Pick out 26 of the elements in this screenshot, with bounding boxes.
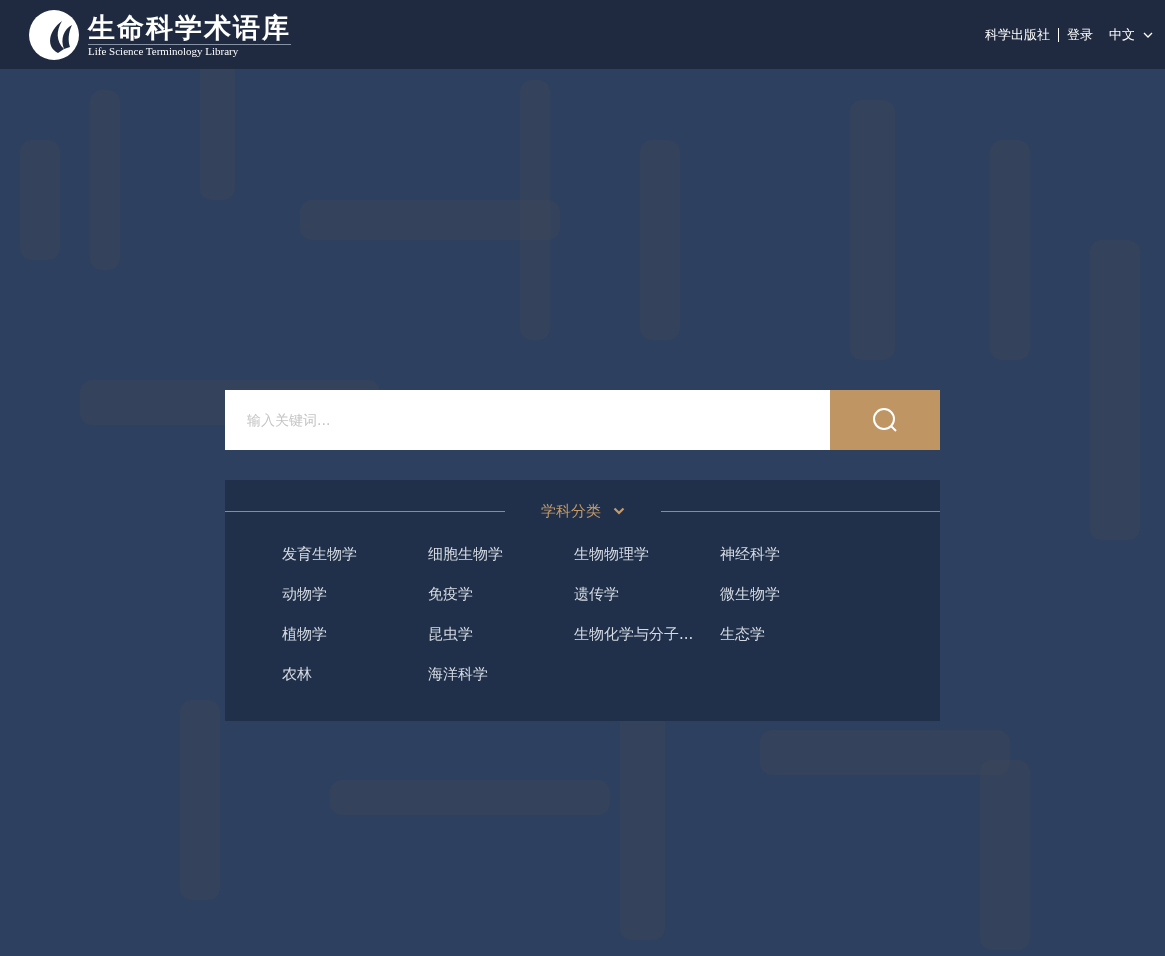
category-link[interactable]: 昆虫学 xyxy=(428,622,473,645)
category-link[interactable]: 生物化学与分子... xyxy=(574,622,694,645)
category-link[interactable]: 细胞生物学 xyxy=(428,542,503,565)
category-link[interactable]: 生态学 xyxy=(720,622,765,645)
category-link[interactable]: 发育生物学 xyxy=(282,542,357,565)
search-field[interactable]: 输入关键词... xyxy=(225,390,830,450)
category-link[interactable]: 神经科学 xyxy=(720,542,780,565)
category-link[interactable]: 微生物学 xyxy=(720,582,780,605)
category-link[interactable]: 免疫学 xyxy=(428,582,473,605)
chevron-icon xyxy=(612,507,625,516)
language-select[interactable]: 中文 xyxy=(1109,24,1153,45)
search-button[interactable] xyxy=(830,390,940,450)
category-link[interactable]: 海洋科学 xyxy=(428,662,488,685)
chevron-down-icon xyxy=(1143,31,1153,38)
category-toggle[interactable]: 学科分类 xyxy=(540,500,625,523)
category-link[interactable]: 动物学 xyxy=(282,582,327,605)
category-link[interactable]: 农林 xyxy=(282,662,312,685)
category-link[interactable]: 植物学 xyxy=(282,622,327,645)
logo-title: 生命科学术语库 xyxy=(88,11,291,44)
category-link[interactable]: 遗传学 xyxy=(574,582,619,605)
search-icon xyxy=(872,407,898,433)
header-link[interactable]: 登录 xyxy=(1067,24,1093,45)
header-link[interactable]: 科学出版社 xyxy=(985,24,1050,45)
category-link[interactable]: 生物物理学 xyxy=(574,542,649,565)
logo-subtitle: Life Science Terminology Library xyxy=(88,43,291,58)
logo-icon xyxy=(28,8,80,61)
